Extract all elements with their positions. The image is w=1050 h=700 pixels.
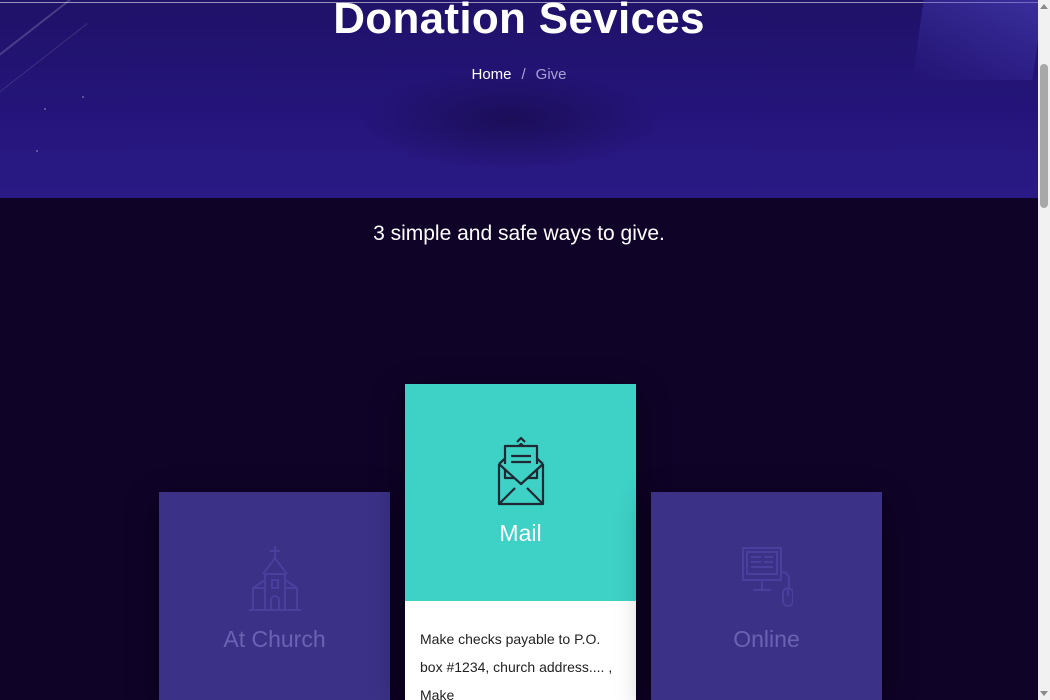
scroll-up-arrow-icon[interactable] — [1040, 4, 1048, 9]
breadcrumb-current: Give — [535, 66, 567, 83]
vertical-scrollbar[interactable] — [1038, 0, 1050, 700]
breadcrumb-separator: / — [521, 66, 526, 83]
breadcrumb: Home / Give — [0, 66, 1038, 83]
hero-dot — [36, 150, 38, 152]
card-label: Online — [733, 626, 800, 652]
hero-banner: Donation Sevices Home / Give — [0, 0, 1038, 198]
hero-dot — [82, 96, 84, 98]
card-label: At Church — [223, 626, 326, 652]
page-title: Donation Sevices — [333, 0, 705, 43]
hero-glow — [360, 70, 660, 170]
card-label: Mail — [499, 520, 542, 546]
give-option-church-card[interactable]: At Church — [159, 492, 390, 700]
breadcrumb-home-link[interactable]: Home — [471, 66, 511, 83]
mail-instructions: Make checks payable to P.O. box #1234, c… — [420, 631, 613, 700]
give-option-online-card[interactable]: Online — [651, 492, 882, 700]
computer-icon — [741, 544, 794, 619]
mail-envelope-icon — [497, 436, 545, 513]
hero-dot — [44, 108, 46, 110]
give-option-mail-card[interactable]: Mail Make checks payable to P.O. box #12… — [405, 384, 636, 700]
church-icon — [248, 544, 301, 619]
section-tagline: 3 simple and safe ways to give. — [373, 222, 665, 245]
page: Donation Sevices Home / Give 3 simple and … — [0, 0, 1038, 700]
scrollbar-thumb[interactable] — [1040, 64, 1048, 208]
scroll-down-arrow-icon[interactable] — [1040, 691, 1048, 696]
